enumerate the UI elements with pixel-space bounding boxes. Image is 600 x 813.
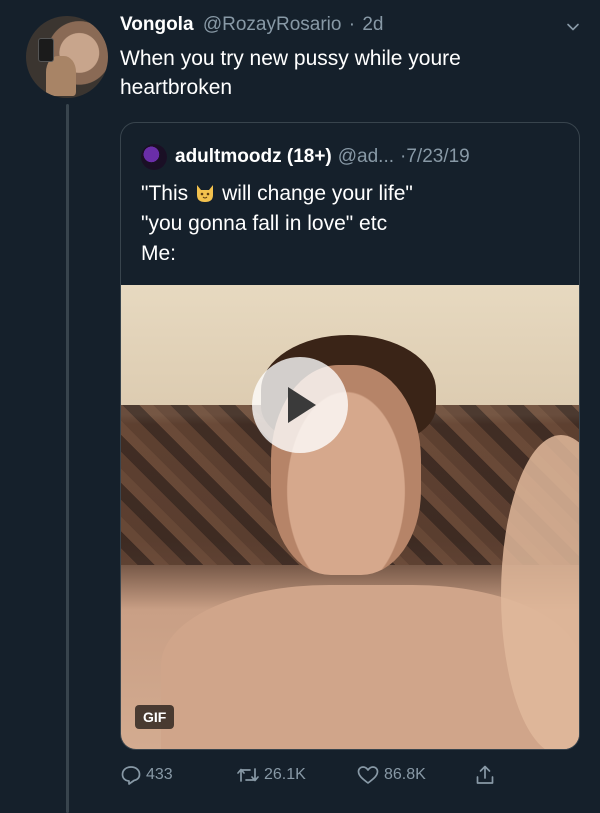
avatar[interactable] (26, 16, 108, 98)
avatar-arm (46, 56, 76, 96)
quoted-line-1-end: will change your life" (222, 182, 413, 205)
display-name[interactable]: Vongola (120, 14, 194, 35)
like-count: 86.8K (384, 766, 426, 783)
quoted-line-2: "you gonna fall in love" etc (141, 212, 388, 235)
quoted-date[interactable]: 7/23/19 (406, 146, 469, 168)
share-button[interactable] (474, 764, 500, 786)
tweet-actions: 433 26.1K 86.8K (120, 762, 510, 788)
quoted-user-handle[interactable]: @ad... (338, 146, 394, 168)
tweet-time[interactable]: 2d (362, 14, 383, 35)
share-icon (476, 765, 494, 784)
quoted-line-3: Me: (141, 242, 177, 265)
cat-face-emoji-icon (194, 182, 216, 202)
reply-icon (121, 766, 141, 785)
reply-count: 433 (146, 766, 173, 783)
play-icon (288, 387, 316, 423)
retweet-count: 26.1K (264, 766, 306, 783)
quoted-line-1: "This will change your life" (141, 179, 561, 209)
quoted-display-name[interactable]: adultmoodz (18+) (175, 146, 332, 168)
user-handle[interactable]: @RozayRosario (203, 14, 342, 35)
play-button[interactable] (252, 357, 348, 453)
reply-button[interactable]: 433 (120, 764, 236, 786)
avatar-phone (38, 38, 54, 62)
heart-icon (357, 766, 379, 784)
quoted-tweet-text: "This will change your life" "you gonna f… (141, 179, 561, 269)
gif-badge: GIF (135, 705, 175, 729)
tweet-text: When you try new pussy while youre heart… (120, 47, 461, 99)
retweet-button[interactable]: 26.1K (236, 764, 356, 786)
retweet-icon (237, 768, 259, 782)
time-separator: · (348, 14, 356, 35)
thread-line (66, 104, 69, 813)
quoted-avatar[interactable] (141, 144, 167, 170)
quoted-tweet-header: adultmoodz (18+) @ad... · 7/23/19 (141, 143, 470, 171)
chevron-down-icon[interactable] (566, 20, 580, 34)
gif-media[interactable]: GIF (121, 285, 579, 749)
quoted-line-1-start: "This (141, 182, 189, 205)
like-button[interactable]: 86.8K (356, 764, 474, 786)
quoted-tweet-card[interactable]: adultmoodz (18+) @ad... · 7/23/19 "This w… (120, 122, 580, 750)
tweet-header: Vongola @RozayRosario · 2d (120, 14, 580, 40)
